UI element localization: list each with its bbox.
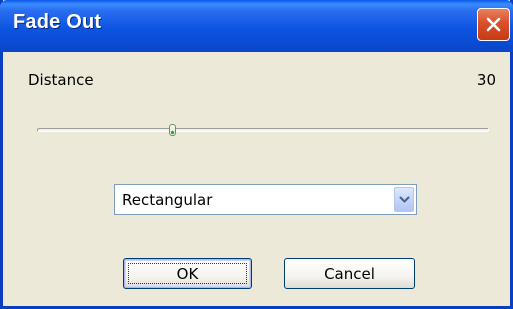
cancel-button-label: Cancel [324,264,375,283]
close-button[interactable] [477,8,510,41]
dropdown-arrow-button[interactable] [394,187,414,212]
title-bar[interactable]: Fade Out [0,0,513,52]
fade-out-dialog: Fade Out Distance 30 Rectangular OK Canc… [0,0,513,309]
distance-slider[interactable] [37,124,489,138]
ok-button-label: OK [176,264,199,283]
close-icon [486,17,501,32]
slider-track[interactable] [37,128,489,132]
chevron-down-icon [399,196,409,202]
ok-button[interactable]: OK [123,258,252,289]
cancel-button[interactable]: Cancel [284,258,415,289]
shape-dropdown-value: Rectangular [122,191,213,209]
shape-dropdown[interactable]: Rectangular [114,184,417,215]
slider-thumb[interactable] [169,124,176,136]
distance-value: 30 [476,71,496,89]
dialog-body: Distance 30 Rectangular OK Cancel [3,52,510,306]
distance-label: Distance [28,71,94,89]
dialog-title: Fade Out [13,11,102,33]
